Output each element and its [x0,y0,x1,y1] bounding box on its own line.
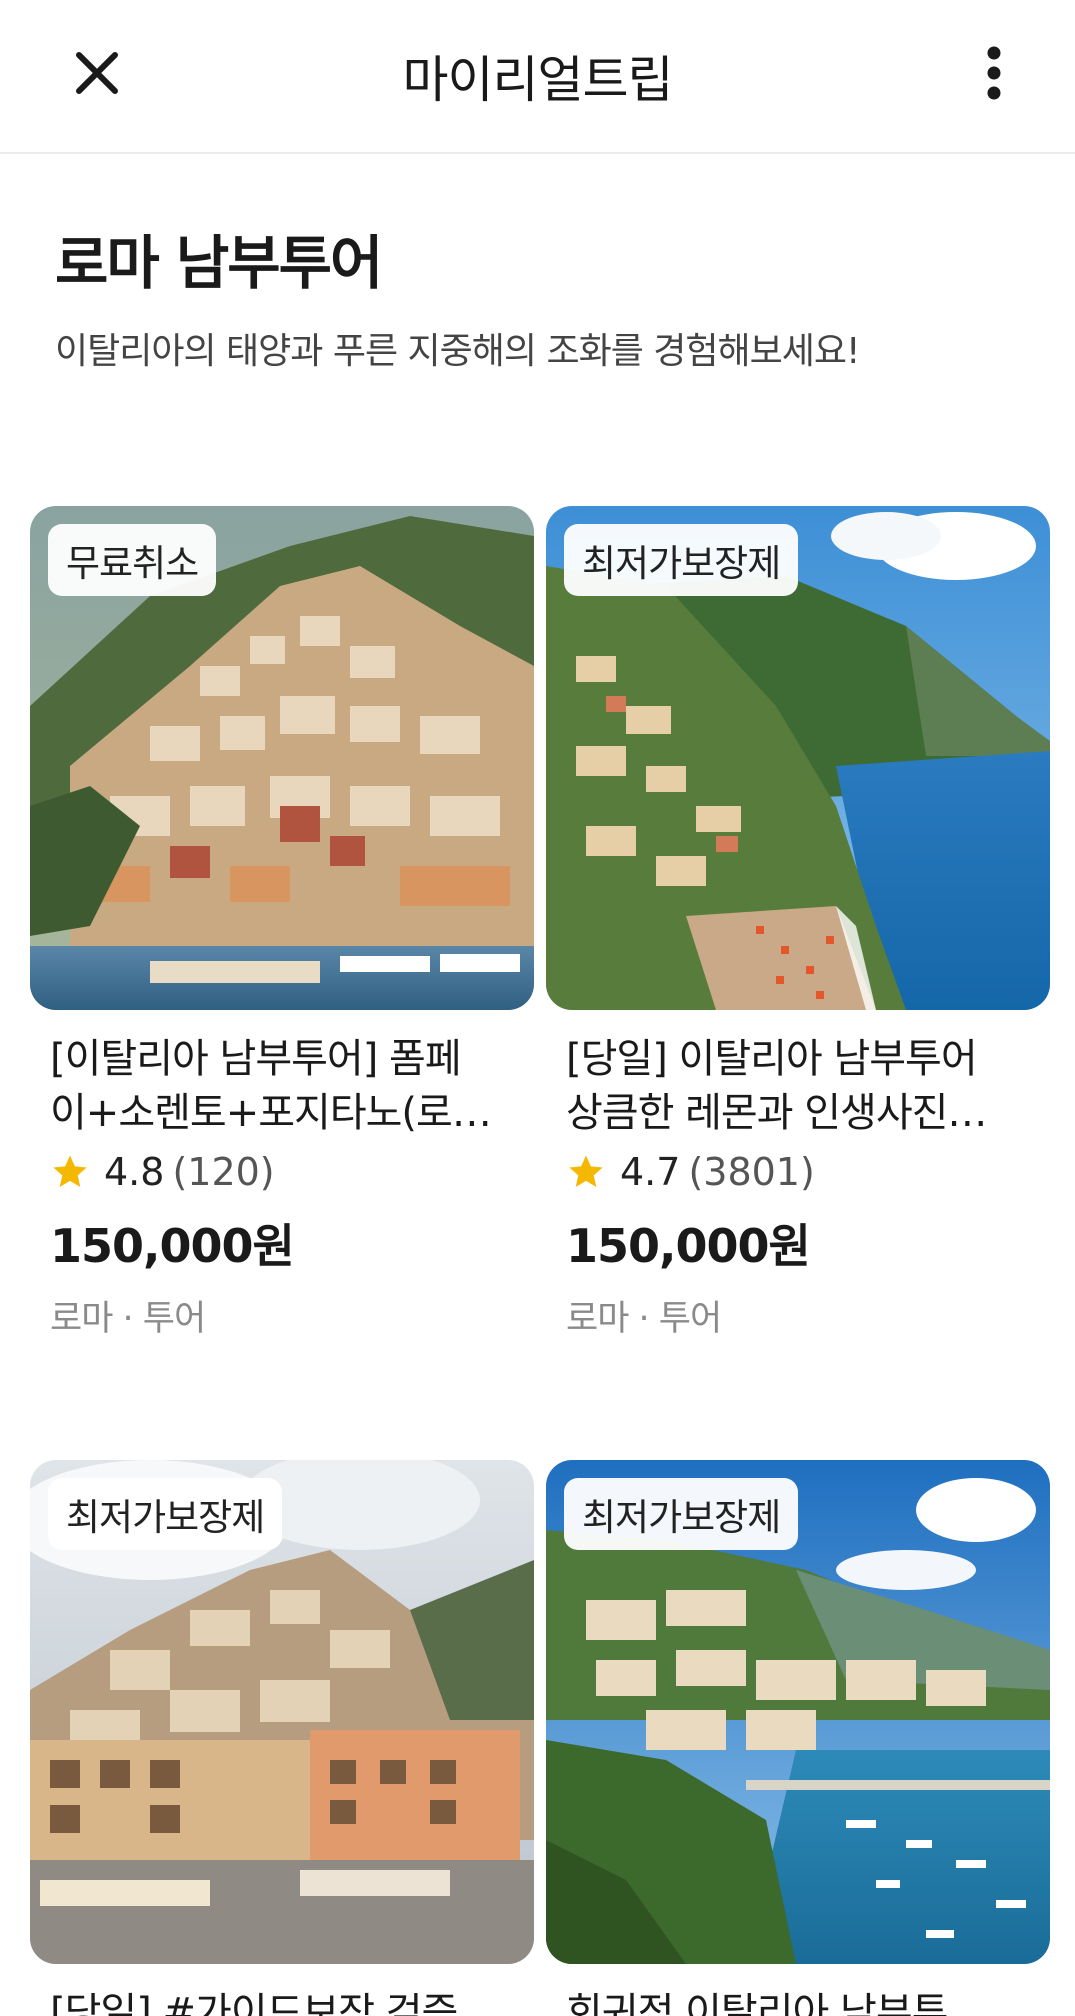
more-options-button[interactable] [959,38,1029,108]
product-title[interactable]: [당일] #가이드보장 검증 [30,1986,534,2016]
product-title-line: 이+소렌토+포지타노(로… [50,1090,492,1136]
product-title-line: [당일] #가이드보장 검증 [50,1990,458,2016]
product-photo[interactable]: 무료취소 [30,506,534,1010]
product-rating: 4.8 (120) [30,1150,534,1194]
section-title: 로마 남부투어 [55,229,383,297]
product-title[interactable]: [당일] 이탈리아 남부투어 상큼한 레몬과 인생사진… [546,1032,1050,1140]
rating-score: 4.8 [104,1150,165,1194]
product-card[interactable]: 무료취소 [이탈리아 남부투어] 폼페 이+소렌토+포지타노(로… 4.8 (1… [30,506,534,1341]
product-meta: 로마 · 투어 [50,1299,206,1339]
product-title-line: 회귀적 이탈리아 남부투 [566,1990,948,2016]
product-price: 150,000원 [566,1219,811,1273]
top-app-bar: 마이리얼트립 [0,0,1075,154]
section-subtitle: 이탈리아의 태양과 푸른 지중해의 조화를 경험해보세요! [55,331,860,372]
product-title-line: 상큼한 레몬과 인생사진… [566,1090,987,1136]
product-title[interactable]: [이탈리아 남부투어] 폼페 이+소렌토+포지타노(로… [30,1032,534,1140]
star-icon [569,1155,603,1187]
product-card[interactable]: 최저가보장제 [당일] 이탈리아 남부투어 상큼한 레몬과 인생사진… 4.7 … [546,506,1050,1341]
product-card[interactable]: 최저가보장제 회귀적 이탈리아 남부투 [546,1460,1050,2016]
product-rating: 4.7 (3801) [546,1150,1050,1194]
app-title: 마이리얼트립 [402,51,674,109]
rating-score: 4.7 [620,1150,681,1194]
review-count: (120) [172,1150,275,1194]
product-title-line: [이탈리아 남부투어] 폼페 [50,1036,462,1082]
product-meta: 로마 · 투어 [566,1299,722,1339]
product-photo[interactable]: 최저가보장제 [546,506,1050,1010]
product-photo[interactable]: 최저가보장제 [30,1460,534,1964]
product-badge: 무료취소 [48,524,217,596]
product-badge: 최저가보장제 [564,524,799,596]
product-photo[interactable]: 최저가보장제 [546,1460,1050,1964]
product-price: 150,000원 [50,1219,295,1273]
product-title[interactable]: 회귀적 이탈리아 남부투 [546,1986,1050,2016]
product-badge: 최저가보장제 [564,1478,799,1550]
product-card[interactable]: 최저가보장제 [당일] #가이드보장 검증 [30,1460,534,2016]
more-vertical-icon [987,46,1001,100]
product-badge: 최저가보장제 [48,1478,283,1550]
star-icon [53,1155,87,1187]
product-title-line: [당일] 이탈리아 남부투어 [566,1036,978,1082]
review-count: (3801) [688,1150,815,1194]
